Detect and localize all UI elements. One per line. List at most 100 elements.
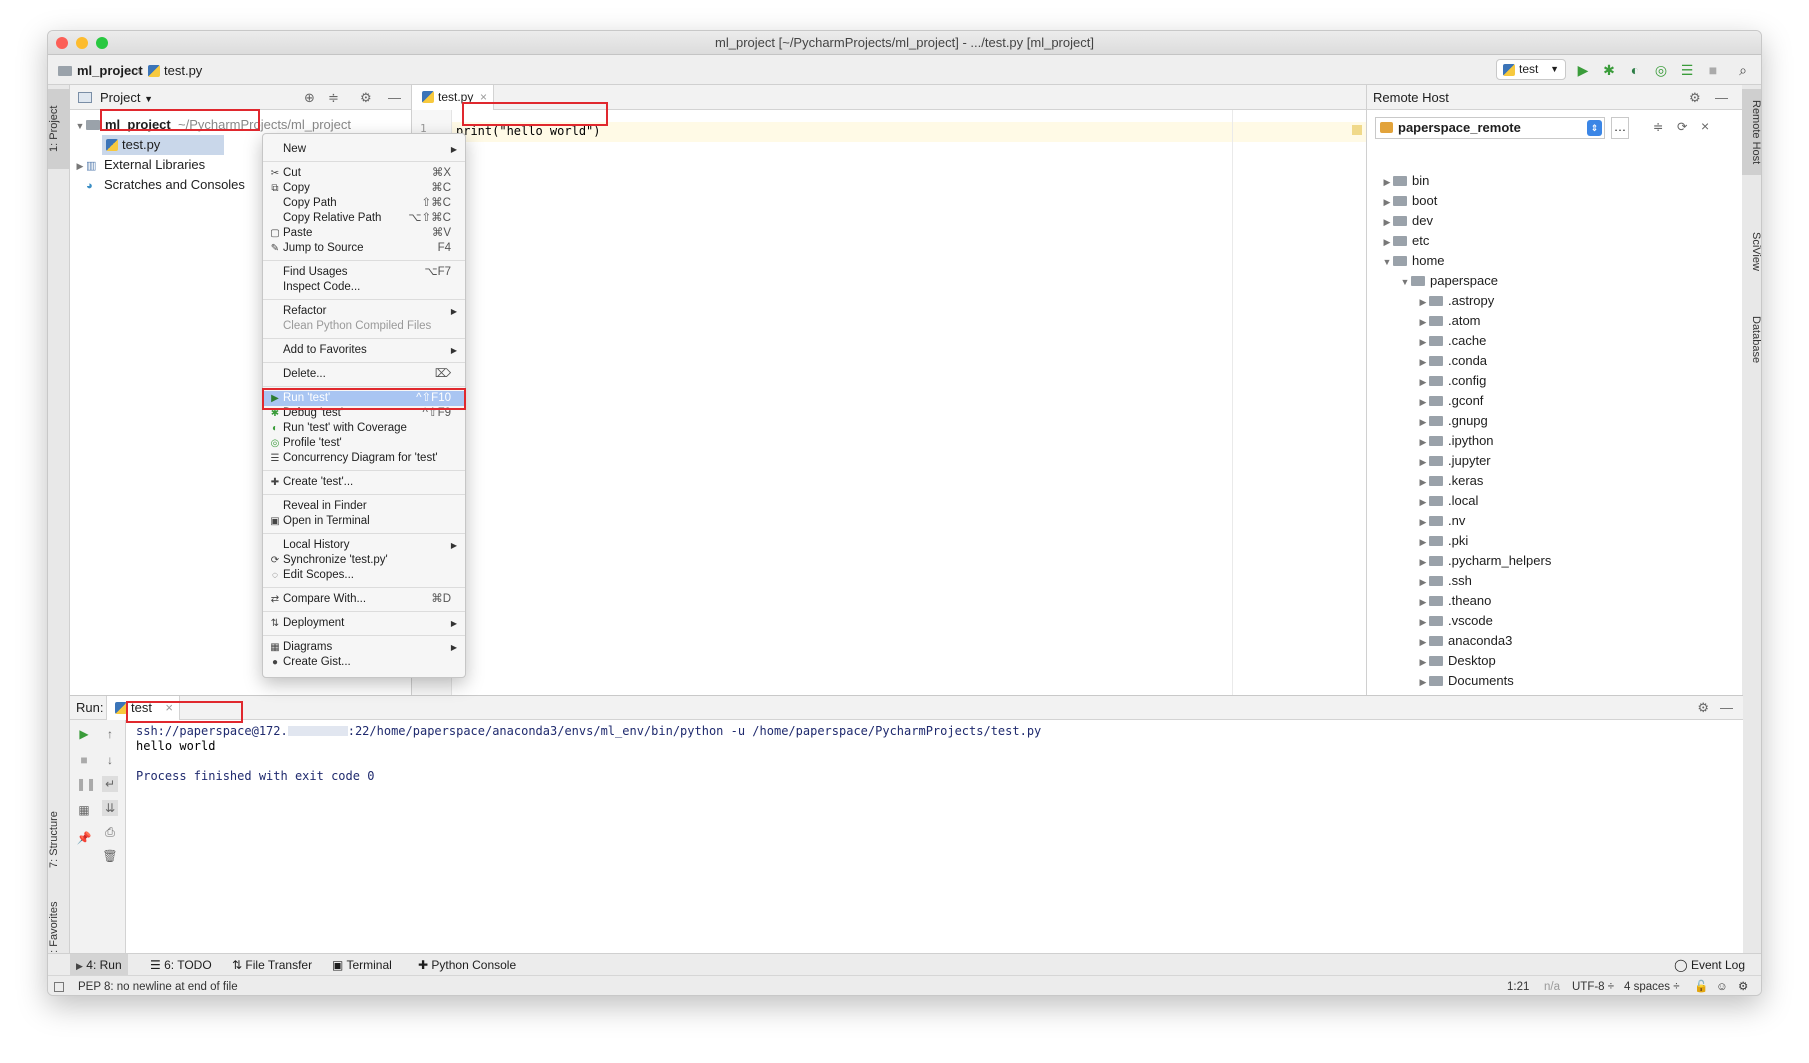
menu-item-delete[interactable]: Delete... ⌦ <box>263 367 465 382</box>
gear-icon[interactable]: ⚙ <box>1697 696 1709 720</box>
remote-tree-item[interactable]: ▶ .nv <box>1417 511 1466 531</box>
line-separator[interactable]: n/a <box>1544 976 1560 995</box>
menu-item-run-test-with-coverage[interactable]: ◐ Run 'test' with Coverage <box>263 421 465 436</box>
coverage-icon[interactable]: ◐ <box>1626 61 1644 79</box>
remote-tree-item[interactable]: ▶ bin <box>1381 171 1430 191</box>
stop-icon[interactable]: ■ <box>76 752 92 768</box>
remote-tree-item[interactable]: ▶ .keras <box>1417 471 1484 491</box>
hide-panel-icon[interactable]: — <box>1715 85 1728 110</box>
browse-button[interactable]: … <box>1611 117 1629 139</box>
minimize-window-button[interactable] <box>76 37 88 49</box>
remote-tree-item[interactable]: ▶ .gconf <box>1417 391 1484 411</box>
menu-item-jump-to-source[interactable]: ✎ Jump to Source F4 <box>263 241 465 256</box>
remote-tree-item[interactable]: ▶ .gnupg <box>1417 411 1488 431</box>
concurrency-icon[interactable]: ☰ <box>1678 61 1696 79</box>
menu-item-create-gist[interactable]: ● Create Gist... <box>263 655 465 670</box>
scroll-to-end-icon[interactable]: ⇊ <box>102 800 118 816</box>
remote-tree-item[interactable]: ▶ .vscode <box>1417 611 1493 631</box>
menu-item-create-test[interactable]: ✚ Create 'test'... <box>263 475 465 490</box>
remote-tree-item[interactable]: ▶ .conda <box>1417 351 1488 371</box>
remote-tree-item[interactable]: ▶ etc <box>1381 231 1430 251</box>
remote-tree-item[interactable]: ▶ Documents <box>1417 671 1514 691</box>
remote-host-select[interactable]: paperspace_remote ⇕ <box>1375 117 1605 139</box>
indent[interactable]: 4 spaces ÷ <box>1624 976 1680 995</box>
breadcrumb-project[interactable]: ml_project <box>58 63 143 78</box>
menu-item-find-usages[interactable]: Find Usages ⌥F7 <box>263 265 465 280</box>
remote-tree-item[interactable]: ▶ .cache <box>1417 331 1487 351</box>
event-log-button[interactable]: ◯ Event Log <box>1668 954 1751 976</box>
menu-item-synchronize-test-py[interactable]: ⟳ Synchronize 'test.py' <box>263 553 465 568</box>
collapse-all-icon[interactable]: ≑ <box>1653 119 1663 134</box>
gear-icon[interactable]: ⚙ <box>360 85 372 110</box>
zoom-window-button[interactable] <box>96 37 108 49</box>
tab-remote-host[interactable]: Remote Host <box>1742 89 1761 175</box>
remote-tree-item[interactable]: ▶ .ipython <box>1417 431 1494 451</box>
menu-item-deployment[interactable]: ⇅ Deployment ▶ <box>263 616 465 631</box>
menu-item-reveal-in-finder[interactable]: Reveal in Finder <box>263 499 465 514</box>
remote-tree-item[interactable]: ▶ .astropy <box>1417 291 1495 311</box>
profile-icon[interactable]: ◎ <box>1652 61 1670 79</box>
menu-item-add-to-favorites[interactable]: Add to Favorites ▶ <box>263 343 465 358</box>
locate-icon[interactable]: ⊕ <box>304 85 315 110</box>
menu-item-copy-relative-path[interactable]: Copy Relative Path ⌥⇧⌘C <box>263 211 465 226</box>
rerun-icon[interactable]: ▶ <box>76 726 92 742</box>
remote-tree-item[interactable]: ▶ .local <box>1417 491 1479 511</box>
hide-panel-icon[interactable]: — <box>1720 696 1733 720</box>
menu-item-local-history[interactable]: Local History ▶ <box>263 538 465 553</box>
soft-wrap-icon[interactable]: ↵ <box>102 776 118 792</box>
menu-item-new[interactable]: New ▶ <box>263 142 465 157</box>
layout-icon[interactable]: ▦ <box>76 802 92 818</box>
breadcrumb-file[interactable]: test.py <box>148 63 202 78</box>
tree-external-libraries[interactable]: ▶ ▥ External Libraries <box>74 155 206 175</box>
lock-icon[interactable]: 🔓 <box>1694 976 1708 995</box>
inspector-icon[interactable]: ☺ <box>1716 976 1728 995</box>
menu-item-cut[interactable]: ✂ Cut ⌘X <box>263 166 465 181</box>
tab-terminal[interactable]: ▣ Terminal <box>326 954 398 976</box>
menu-item-copy-path[interactable]: Copy Path ⇧⌘C <box>263 196 465 211</box>
debug-icon[interactable]: ✱ <box>1600 61 1618 79</box>
gear-icon[interactable]: ⚙ <box>1689 85 1701 110</box>
remote-tree-item[interactable]: ▼ paperspace <box>1399 271 1498 291</box>
hide-panel-icon[interactable]: — <box>388 85 401 110</box>
tab-python-console[interactable]: ✚ Python Console <box>412 954 522 976</box>
menu-item-diagrams[interactable]: ▦ Diagrams ▶ <box>263 640 465 655</box>
menu-item-profile-test[interactable]: ◎ Profile 'test' <box>263 436 465 451</box>
up-arrow-icon[interactable]: ↑ <box>102 726 118 742</box>
close-window-button[interactable] <box>56 37 68 49</box>
trash-icon[interactable]: 🗑 <box>102 848 118 864</box>
code-line[interactable]: print("hello world") <box>456 124 601 138</box>
remote-tree-item[interactable]: ▼ home <box>1381 251 1445 271</box>
pause-icon[interactable]: ❚❚ <box>76 776 96 792</box>
collapse-all-icon[interactable]: ≑ <box>328 85 339 110</box>
toggle-tool-windows-icon[interactable] <box>54 982 64 992</box>
project-view-select[interactable]: Project ▼ <box>100 85 153 112</box>
remote-tree-item[interactable]: ▶ dev <box>1381 211 1433 231</box>
tab-run[interactable]: ▶ 4: Run <box>70 954 128 976</box>
tree-scratches[interactable]: ◕ Scratches and Consoles <box>74 175 245 195</box>
tab-structure[interactable]: 7: Structure <box>48 795 70 885</box>
menu-item-copy[interactable]: ⧉ Copy ⌘C <box>263 181 465 196</box>
tab-sciview[interactable]: SciView <box>1742 221 1761 281</box>
remote-tree-item[interactable]: ▶ .theano <box>1417 591 1492 611</box>
remote-tree-item[interactable]: ▶ Desktop <box>1417 651 1496 671</box>
run-icon[interactable]: ▶ <box>1574 61 1592 79</box>
remote-tree-item[interactable]: ▶ boot <box>1381 191 1438 211</box>
remote-tree-item[interactable]: ▶ .pycharm_helpers <box>1417 551 1552 571</box>
close-icon[interactable]: × <box>1701 118 1709 134</box>
print-icon[interactable]: ⎙ <box>102 824 118 840</box>
refresh-icon[interactable]: ⟳ <box>1677 119 1687 134</box>
tab-database[interactable]: Database <box>1742 305 1761 375</box>
remote-tree-item[interactable]: ▶ .ssh <box>1417 571 1472 591</box>
tab-project[interactable]: 1: Project <box>48 89 70 169</box>
menu-item-concurrency-diagram-for-test[interactable]: ☰ Concurrency Diagram for 'test' <box>263 451 465 466</box>
tab-file-transfer[interactable]: ⇅ File Transfer <box>226 954 318 976</box>
inspection-warning-icon[interactable] <box>1352 125 1362 135</box>
tab-todo[interactable]: ☰ 6: TODO <box>144 954 218 976</box>
menu-item-open-in-terminal[interactable]: ▣ Open in Terminal <box>263 514 465 529</box>
stop-icon[interactable]: ■ <box>1704 61 1722 79</box>
remote-tree-item[interactable]: ▶ .pki <box>1417 531 1469 551</box>
caret-position[interactable]: 1:21 <box>1507 976 1529 995</box>
console-output[interactable]: ssh://paperspace@172.:22/home/paperspace… <box>126 720 1743 954</box>
menu-item-refactor[interactable]: Refactor ▶ <box>263 304 465 319</box>
remote-tree-item[interactable]: ▶ .config <box>1417 371 1487 391</box>
